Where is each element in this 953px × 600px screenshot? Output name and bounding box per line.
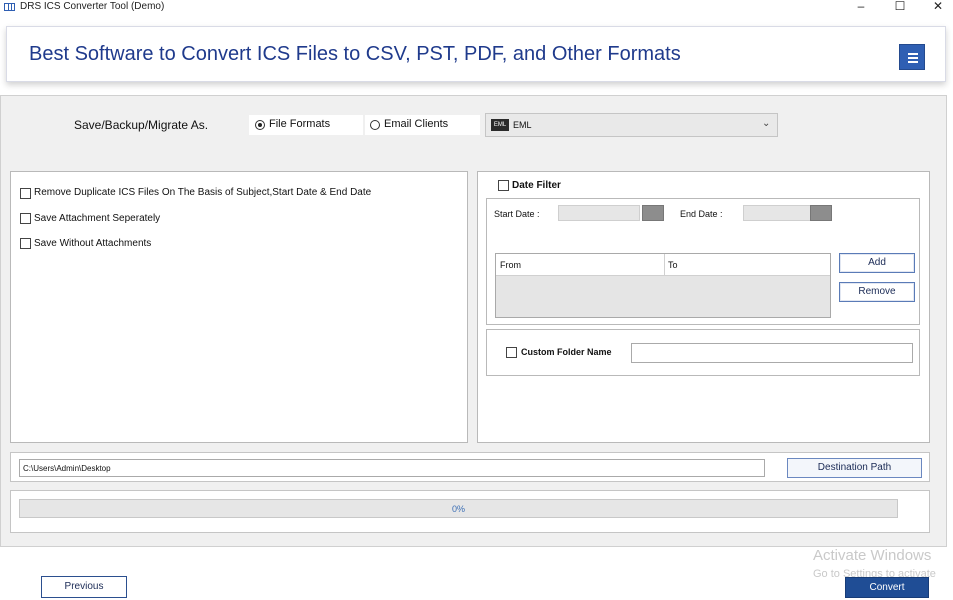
column-from: From	[500, 260, 521, 270]
format-select-value: EML	[513, 120, 532, 130]
hamburger-icon	[908, 53, 918, 55]
save-attachment-separately-label: Save Attachment Seperately	[34, 213, 161, 224]
title-bar: DRS ICS Converter Tool (Demo) – ☐ ✕	[0, 0, 953, 16]
format-select[interactable]: EML EML ⌄	[485, 113, 778, 137]
menu-button[interactable]	[899, 44, 925, 70]
remove-button[interactable]: Remove	[839, 282, 915, 302]
destination-path-button[interactable]: Destination Path	[787, 458, 922, 478]
app-icon	[4, 3, 15, 11]
add-button[interactable]: Add	[839, 253, 915, 273]
destination-path-input[interactable]: C:\Users\Admin\Desktop	[19, 459, 765, 477]
close-button[interactable]: ✕	[923, 0, 953, 14]
window-title: DRS ICS Converter Tool (Demo)	[20, 1, 165, 12]
save-without-attachments-label: Save Without Attachments	[34, 238, 152, 249]
radio-label: Email Clients	[384, 118, 449, 130]
custom-folder-label: Custom Folder Name	[521, 347, 612, 357]
date-range-table[interactable]: From To	[495, 253, 831, 318]
chevron-down-icon[interactable]: ⌄	[762, 118, 770, 129]
start-date-input[interactable]	[558, 205, 640, 221]
minimize-button[interactable]: –	[846, 0, 876, 14]
progress-row: 0%	[10, 490, 930, 533]
previous-button[interactable]: Previous	[41, 576, 127, 598]
date-filter-panel: Date Filter Start Date : End Date : From…	[477, 171, 930, 443]
remove-duplicates-label: Remove Duplicate ICS Files On The Basis …	[34, 187, 372, 198]
destination-row: C:\Users\Admin\Desktop Destination Path	[10, 452, 930, 482]
progress-text: 0%	[451, 504, 465, 514]
radio-indicator[interactable]	[255, 120, 265, 130]
remove-duplicates-checkbox[interactable]	[20, 188, 31, 199]
column-to: To	[668, 260, 678, 270]
start-date-label: Start Date :	[494, 209, 540, 219]
custom-folder-box: Custom Folder Name	[486, 329, 920, 376]
end-date-label: End Date :	[680, 209, 723, 219]
radio-email-clients[interactable]: Email Clients	[365, 115, 480, 135]
table-header: From To	[496, 254, 830, 276]
end-date-picker-button[interactable]	[810, 205, 832, 221]
save-attachment-separately-checkbox[interactable]	[20, 213, 31, 224]
save-without-attachments-checkbox[interactable]	[20, 238, 31, 249]
start-date-picker-button[interactable]	[642, 205, 664, 221]
date-filter-checkbox[interactable]	[498, 180, 509, 191]
radio-file-formats[interactable]: File Formats	[249, 115, 363, 135]
save-as-label: Save/Backup/Migrate As.	[74, 118, 209, 132]
options-panel: Remove Duplicate ICS Files On The Basis …	[10, 171, 468, 443]
custom-folder-input[interactable]	[631, 343, 913, 363]
main-panel: Save/Backup/Migrate As. File Formats Ema…	[0, 95, 947, 547]
custom-folder-checkbox[interactable]	[506, 347, 517, 358]
maximize-button[interactable]: ☐	[885, 0, 915, 14]
date-range-box: Start Date : End Date : From To Add Remo…	[486, 198, 920, 325]
eml-icon: EML	[491, 119, 509, 131]
banner-title: Best Software to Convert ICS Files to CS…	[29, 43, 681, 65]
radio-indicator[interactable]	[370, 120, 380, 130]
convert-button[interactable]: Convert	[845, 577, 929, 598]
date-filter-label: Date Filter	[512, 180, 561, 191]
radio-label: File Formats	[269, 118, 331, 130]
activate-windows-title: Activate Windows	[813, 547, 932, 564]
header-banner: Best Software to Convert ICS Files to CS…	[6, 26, 946, 82]
progress-bar: 0%	[19, 499, 898, 518]
